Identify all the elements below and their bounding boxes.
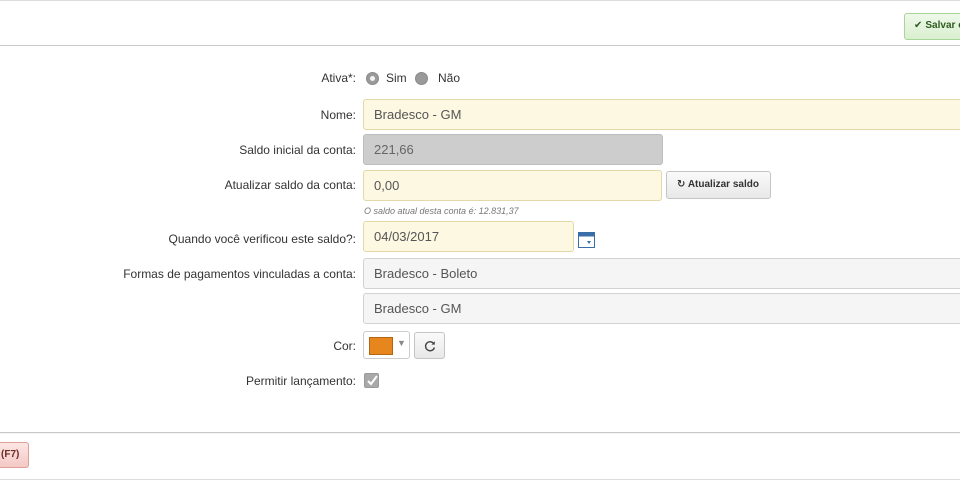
permitir-lancamento-label: Permitir lançamento: — [245, 374, 356, 388]
permitir-lancamento-checkbox[interactable] — [364, 373, 379, 388]
bottom-toolbar: (F7) — [0, 434, 960, 480]
verificacao-label: Quando você verificou este saldo?: — [168, 232, 356, 246]
color-swatch — [369, 337, 393, 355]
save-button-label: Salvar e — [925, 20, 960, 31]
formas-pagamento-label: Formas de pagamentos vinculadas a conta: — [123, 267, 356, 281]
top-toolbar: ✔ Salvar e — [0, 0, 960, 46]
cancel-button[interactable]: (F7) — [0, 442, 29, 468]
account-form: Ativa*: Sim Não Nome: Bradesco - GM Sald… — [0, 46, 960, 433]
nome-input[interactable]: Bradesco - GM — [363, 99, 960, 130]
atualizar-saldo-input[interactable]: 0,00 — [363, 170, 662, 201]
caret-down-icon: ▼ — [397, 338, 406, 348]
saldo-atual-hint: O saldo atual desta conta é: 12.831,37 — [364, 206, 519, 216]
verificacao-date-input[interactable]: 04/03/2017 — [363, 221, 574, 252]
ativa-sim-radio[interactable] — [366, 72, 379, 85]
cor-label: Cor: — [333, 339, 356, 353]
saldo-inicial-input: 221,66 — [363, 134, 663, 165]
color-picker[interactable]: ▼ — [363, 331, 410, 359]
ativa-sim-label: Sim — [386, 71, 407, 85]
reset-color-button[interactable] — [414, 332, 445, 359]
refresh-icon — [424, 341, 436, 352]
atualizar-saldo-button[interactable]: ↻ Atualizar saldo — [666, 171, 771, 199]
ativa-nao-radio[interactable] — [415, 72, 428, 85]
saldo-inicial-label: Saldo inicial da conta: — [239, 143, 356, 157]
atualizar-saldo-label: Atualizar saldo da conta: — [224, 178, 356, 192]
save-button[interactable]: ✔ Salvar e — [904, 13, 960, 40]
ativa-label: Ativa*: — [321, 71, 356, 85]
forma-pagamento-item[interactable]: Bradesco - Boleto — [363, 258, 960, 289]
calendar-icon[interactable] — [578, 232, 595, 248]
check-icon — [367, 375, 378, 386]
cancel-button-label: (F7) — [1, 449, 20, 460]
ativa-nao-label: Não — [438, 71, 461, 85]
atualizar-saldo-button-label: Atualizar saldo — [687, 179, 759, 190]
refresh-icon: ↻ — [677, 179, 686, 190]
forma-pagamento-item[interactable]: Bradesco - GM — [363, 293, 960, 324]
check-icon: ✔ — [914, 20, 923, 31]
nome-label: Nome: — [320, 108, 356, 122]
